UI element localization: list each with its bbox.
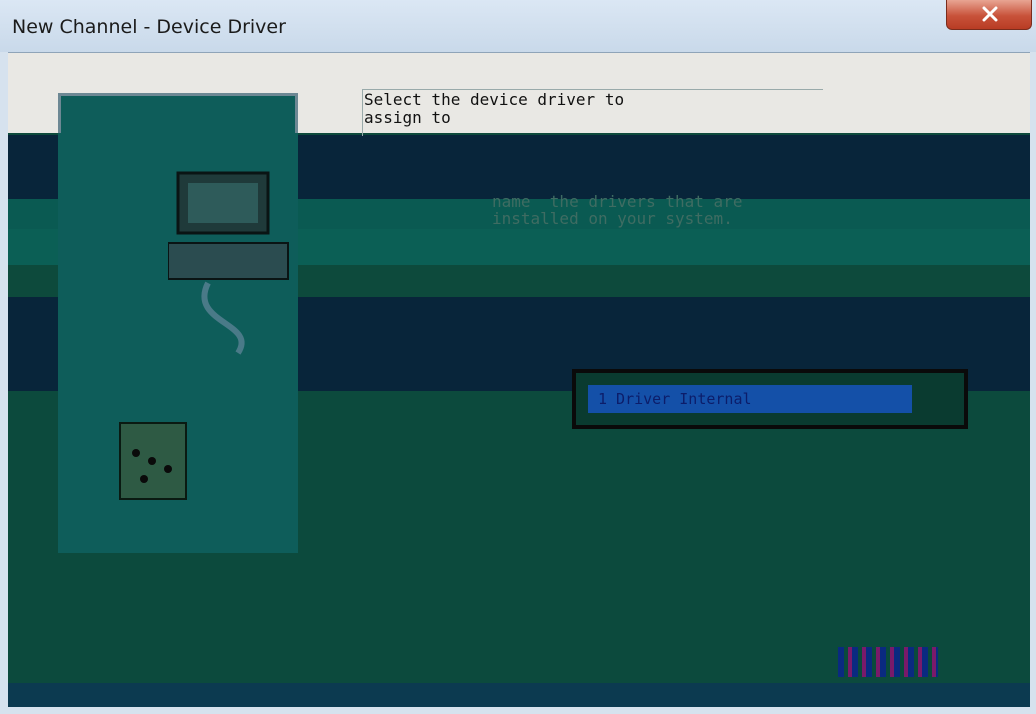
render-artifact bbox=[838, 647, 938, 677]
illustration-frame bbox=[58, 93, 298, 133]
close-icon bbox=[982, 6, 998, 22]
close-button[interactable] bbox=[946, 0, 1032, 30]
bottom-strip bbox=[8, 683, 1030, 707]
window-title: New Channel - Device Driver bbox=[12, 16, 286, 38]
computer-icon bbox=[168, 171, 289, 355]
driver-list-item[interactable]: 1 Driver Internal bbox=[588, 385, 912, 413]
driver-listbox[interactable]: 1 Driver Internal bbox=[572, 369, 968, 429]
wizard-illustration bbox=[58, 93, 298, 553]
instructions-text: Select the device driver to assign to bbox=[364, 90, 625, 127]
wizard-body: Select the device driver to assign to na… bbox=[8, 52, 1030, 707]
title-bar[interactable]: New Channel - Device Driver bbox=[0, 0, 1036, 52]
instructions-detail: name the drivers that are installed on y… bbox=[492, 192, 743, 228]
modem-icon bbox=[119, 422, 187, 500]
